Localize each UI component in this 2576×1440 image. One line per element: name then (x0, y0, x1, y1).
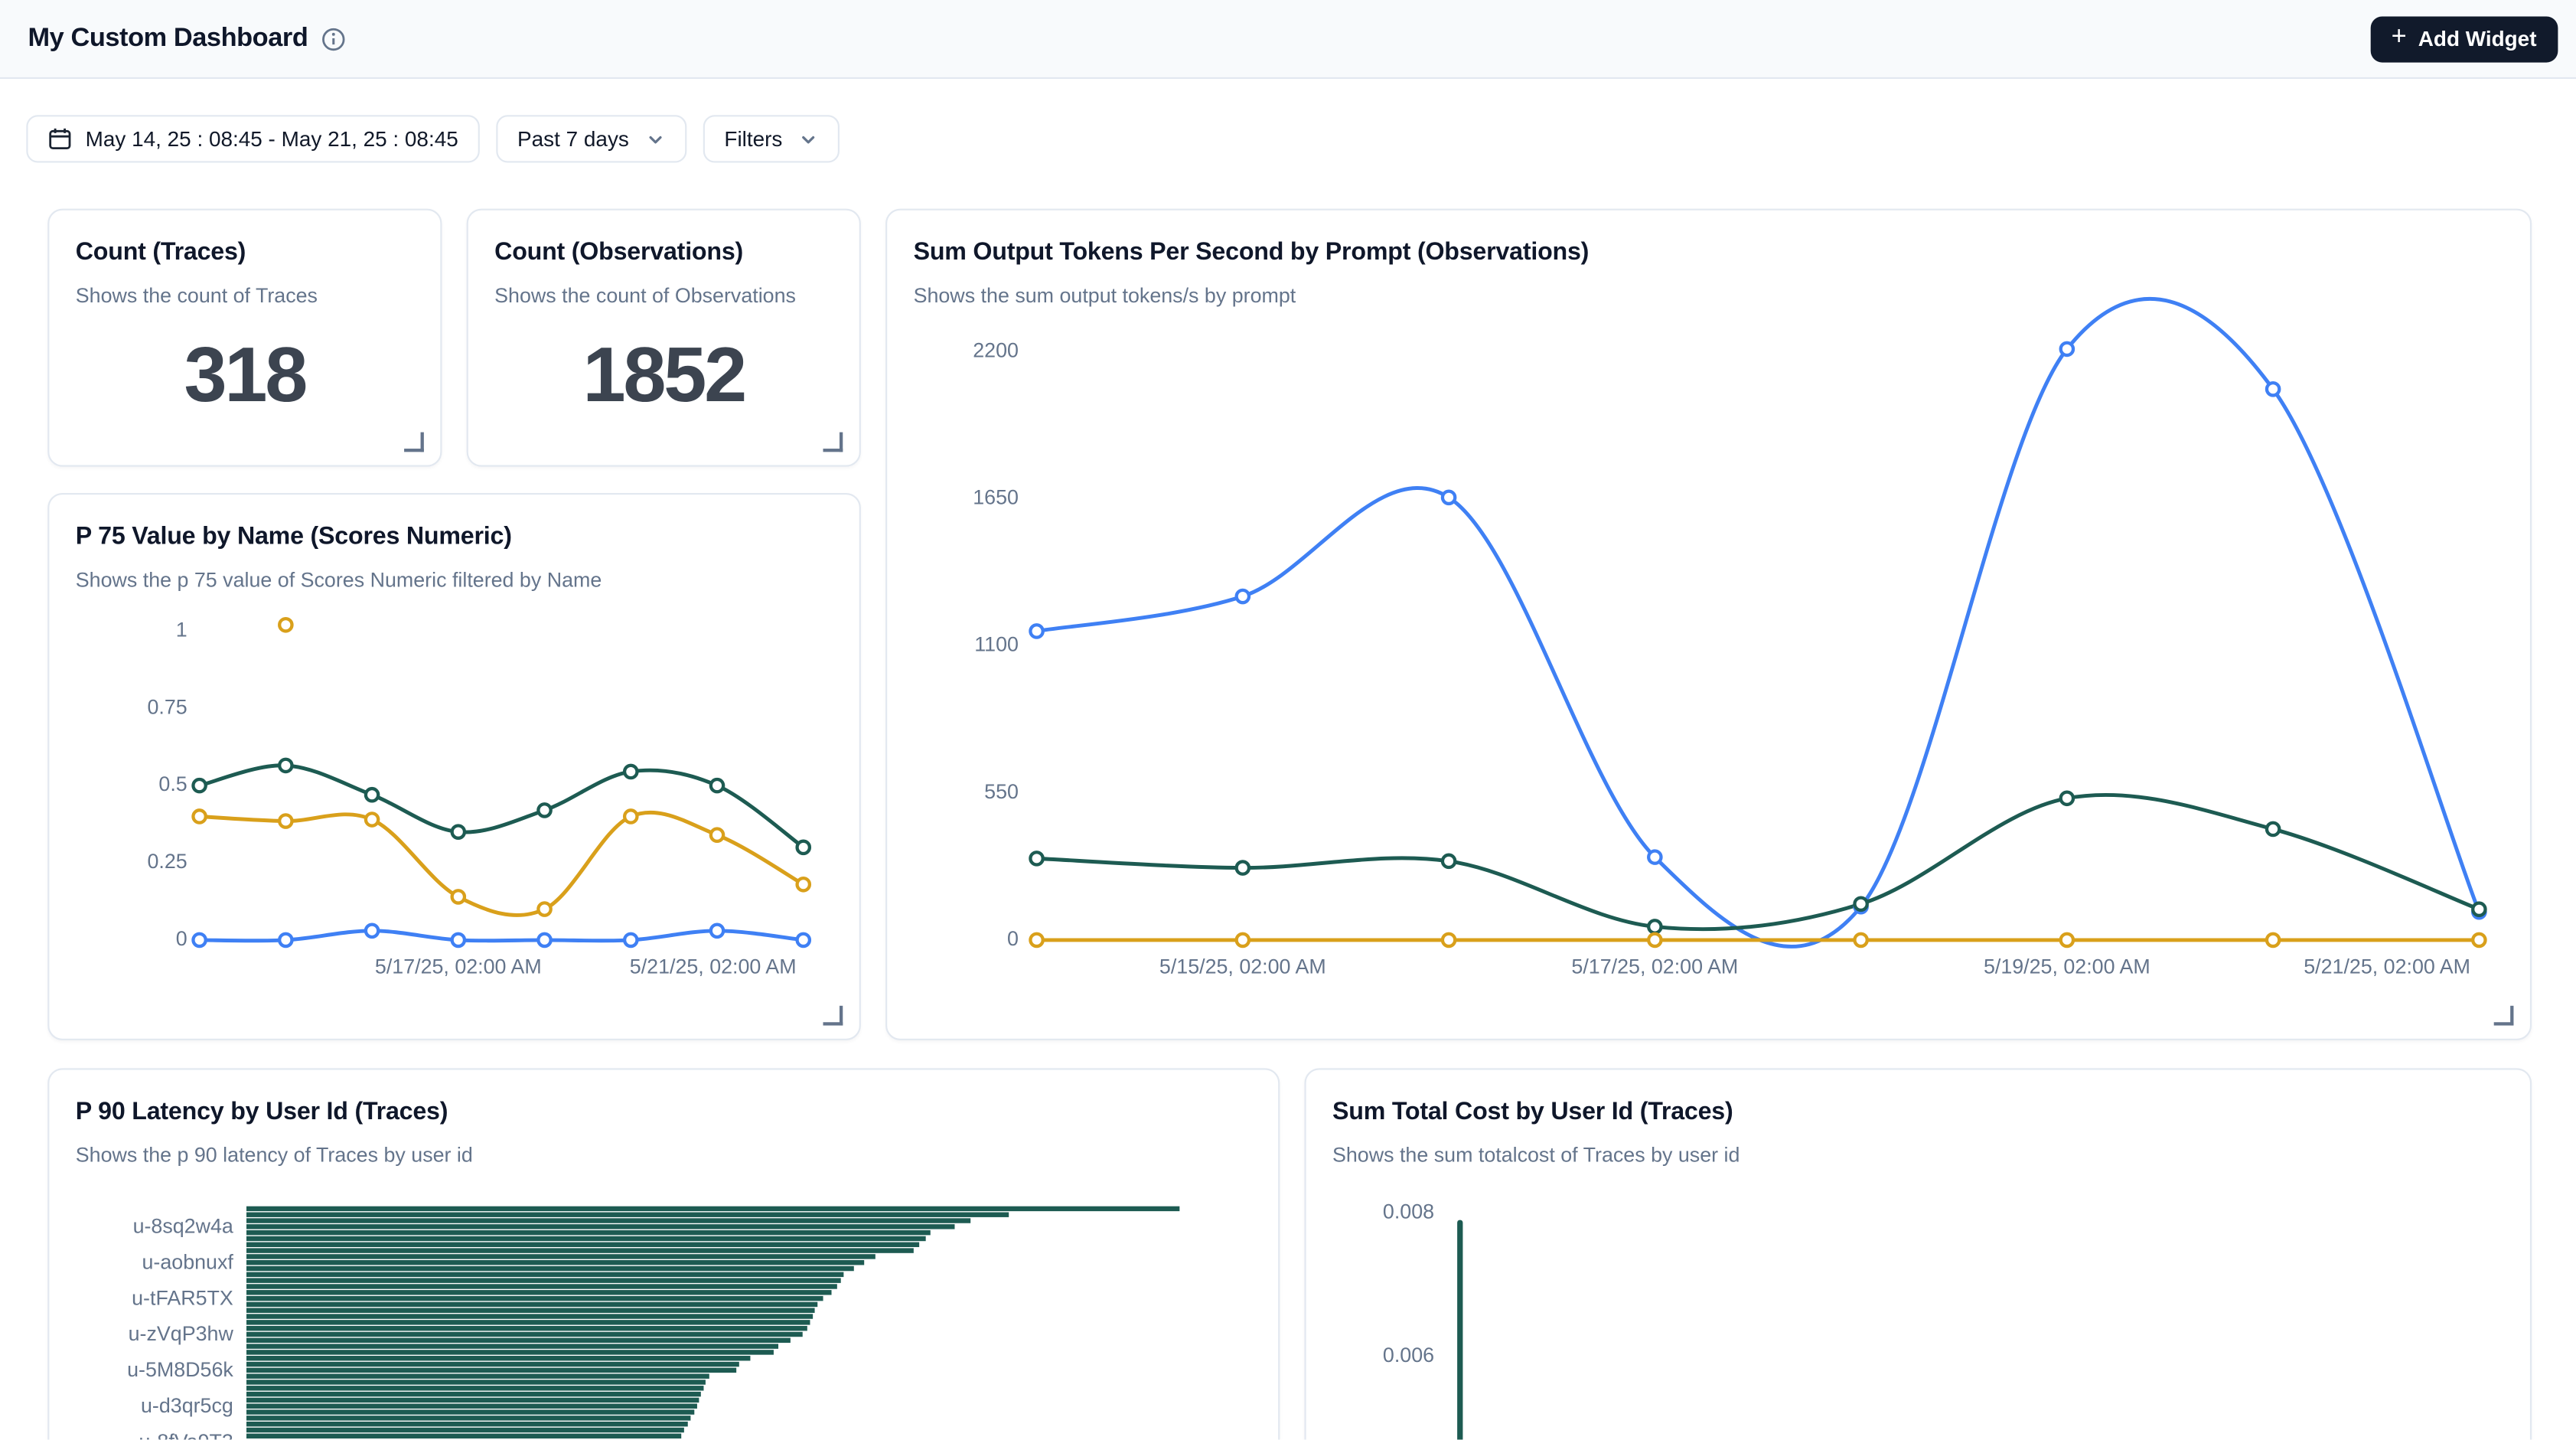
card-title: Count (Observations) (494, 237, 833, 269)
card-p75-value: P 75 Value by Name (Scores Numeric) Show… (47, 493, 861, 1040)
page-header: My Custom Dashboard + Add Widget (0, 0, 2576, 79)
svg-text:550: 550 (984, 780, 1019, 803)
svg-text:0.008: 0.008 (1383, 1200, 1434, 1223)
svg-text:1650: 1650 (973, 486, 1019, 509)
card-tokens-per-second: Sum Output Tokens Per Second by Prompt (… (885, 209, 2532, 1040)
resize-handle-icon[interactable] (2494, 1006, 2514, 1026)
svg-text:u-aobnuxf: u-aobnuxf (142, 1250, 234, 1273)
svg-text:0: 0 (1007, 927, 1019, 950)
toolbar: May 14, 25 : 08:45 - May 21, 25 : 08:45 … (26, 115, 840, 162)
add-widget-label: Add Widget (2418, 26, 2537, 51)
card-subtitle: Shows the count of Observations (494, 282, 833, 309)
info-icon[interactable] (321, 25, 347, 51)
date-range-label: May 14, 25 : 08:45 - May 21, 25 : 08:45 (86, 126, 458, 151)
dashboard-page: My Custom Dashboard + Add Widget (0, 0, 2576, 1440)
svg-text:1100: 1100 (974, 633, 1019, 656)
svg-text:u-8fVa9T3: u-8fVa9T3 (139, 1430, 233, 1440)
add-widget-button[interactable]: + Add Widget (2370, 15, 2558, 61)
resize-handle-icon[interactable] (823, 1006, 843, 1026)
svg-text:0.006: 0.006 (1383, 1344, 1434, 1367)
chevron-down-icon (645, 129, 665, 149)
date-range-button[interactable]: May 14, 25 : 08:45 - May 21, 25 : 08:45 (26, 115, 479, 162)
plus-icon: + (2392, 24, 2407, 51)
svg-text:u-8sq2w4a: u-8sq2w4a (133, 1215, 233, 1238)
cost-bar-chart: 0.008 0.006 (1306, 1070, 2534, 1440)
svg-text:5/15/25, 02:00 AM: 5/15/25, 02:00 AM (1159, 955, 1326, 978)
p90-bar-chart: u-8sq2w4a u-aobnuxf u-tFAR5TX u-zVqP3hw u-5M… (49, 1070, 1281, 1440)
resize-handle-icon[interactable] (823, 433, 843, 452)
svg-text:0.25: 0.25 (148, 850, 187, 873)
card-title: Count (Traces) (76, 237, 414, 269)
p75-line-chart: 1 0.75 0.5 0.25 0 5/17/25, 02:00 AM 5/21/25, 0… (49, 495, 862, 1042)
card-count-observations: Count (Observations) Shows the count of … (467, 209, 861, 467)
page-title: My Custom Dashboard (28, 24, 308, 54)
svg-text:5/17/25, 02:00 AM: 5/17/25, 02:00 AM (375, 955, 542, 978)
svg-text:u-5M8D56k: u-5M8D56k (127, 1358, 233, 1381)
card-count-traces: Count (Traces) Shows the count of Traces… (47, 209, 442, 467)
svg-text:u-tFAR5TX: u-tFAR5TX (132, 1286, 233, 1309)
svg-text:5/21/25, 02:00 AM: 5/21/25, 02:00 AM (2304, 955, 2470, 978)
calendar-icon (47, 126, 72, 151)
svg-text:1: 1 (176, 618, 187, 641)
resize-handle-icon[interactable] (404, 433, 424, 452)
card-total-cost: Sum Total Cost by User Id (Traces) Shows… (1304, 1068, 2532, 1439)
svg-text:5/19/25, 02:00 AM: 5/19/25, 02:00 AM (1984, 955, 2150, 978)
svg-text:u-zVqP3hw: u-zVqP3hw (129, 1322, 234, 1345)
card-subtitle: Shows the count of Traces (76, 282, 414, 309)
svg-text:0.5: 0.5 (158, 772, 187, 795)
chevron-down-icon (799, 129, 819, 149)
svg-text:0: 0 (176, 927, 187, 950)
svg-text:2200: 2200 (973, 338, 1019, 361)
count-traces-value: 318 (49, 335, 440, 413)
tokens-line-chart: 2200 1650 1100 550 0 5/15/25, 02:00 AM 5/17/25… (887, 211, 2533, 1042)
filters-label: Filters (724, 126, 782, 151)
svg-text:u-d3qr5cg: u-d3qr5cg (141, 1394, 233, 1417)
svg-text:5/21/25, 02:00 AM: 5/21/25, 02:00 AM (630, 955, 797, 978)
svg-text:0.75: 0.75 (148, 695, 187, 718)
count-observations-value: 1852 (468, 335, 859, 413)
range-preset-label: Past 7 days (517, 126, 629, 151)
svg-text:5/17/25, 02:00 AM: 5/17/25, 02:00 AM (1571, 955, 1738, 978)
card-p90-latency: P 90 Latency by User Id (Traces) Shows t… (47, 1068, 1280, 1439)
filters-dropdown[interactable]: Filters (703, 115, 840, 162)
range-preset-dropdown[interactable]: Past 7 days (496, 115, 686, 162)
